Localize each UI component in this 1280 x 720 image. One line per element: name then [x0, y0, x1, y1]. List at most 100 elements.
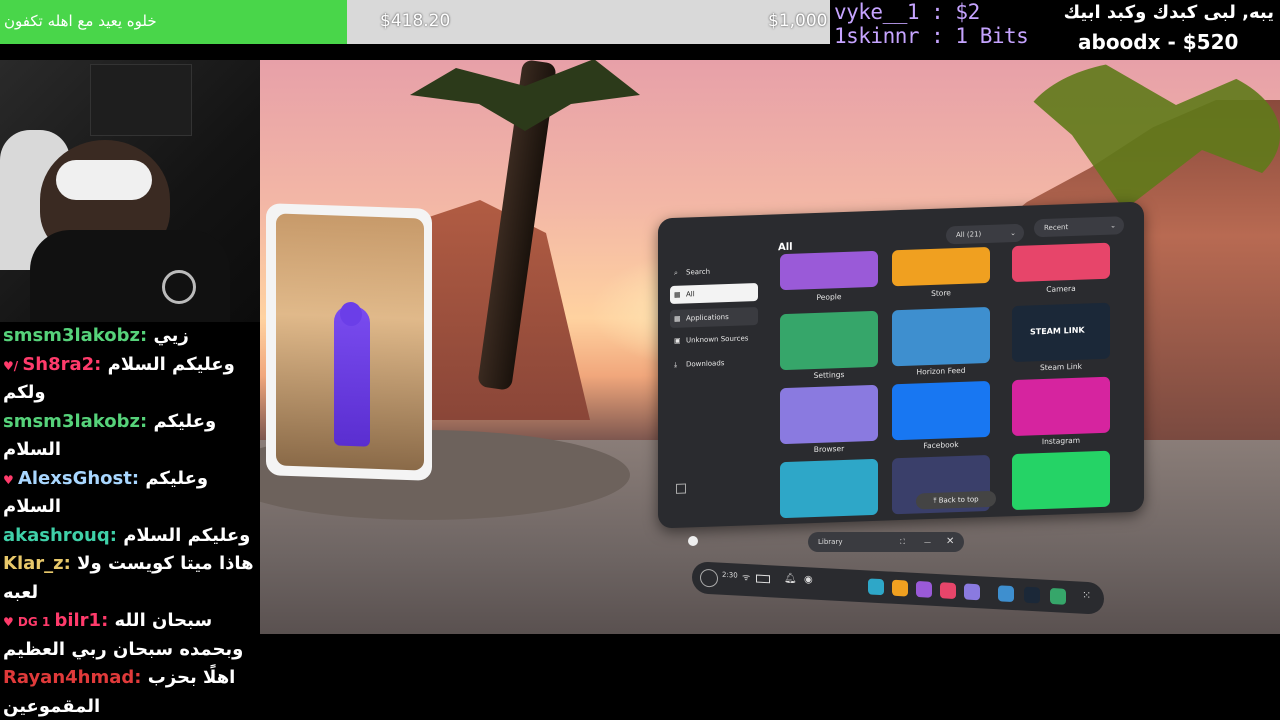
taskbar-people-icon[interactable] [916, 580, 932, 598]
donation-goal-title: خلوه يعيد مع اهله تكفون [4, 12, 157, 30]
app-tile[interactable] [780, 310, 878, 371]
sidebar-unknown-sources[interactable]: ▣ Unknown Sources [670, 329, 758, 350]
chat-panel: smsm3lakobz: زيي ♥/ Sh8ra2: وعليكم السلام… [0, 322, 260, 720]
app-tile[interactable] [1012, 450, 1110, 511]
window-title-bar[interactable]: Library ⛶ — ✕ [808, 532, 964, 552]
app-tile[interactable]: STEAM LINK [1012, 302, 1110, 363]
app-tile[interactable] [780, 250, 878, 291]
chat-text: وعليكم [153, 410, 217, 432]
chat-text: اهلًا بحزب [147, 667, 236, 688]
chat-username[interactable]: Rayan4hmad: [3, 667, 148, 688]
chat-message: Klar_z: هاذا ميتا كويست ولا [3, 550, 254, 578]
wall-monitor [90, 64, 192, 136]
chat-text: المقموعين [3, 695, 101, 717]
chat-username[interactable]: smsm3lakobz: [3, 325, 153, 346]
chat-username[interactable]: smsm3lakobz: [3, 411, 153, 432]
app-tile-label: Steam Link [1040, 361, 1082, 373]
controller-icon[interactable]: ◉ [804, 574, 813, 585]
back-to-top-button[interactable]: ⤒ Back to top [916, 490, 996, 510]
chat-message: ♥ DG 1 bilr1: سبحان الله [3, 607, 212, 636]
chat-text: السلام [3, 439, 62, 460]
app-tile-label: Camera [1046, 283, 1076, 294]
chat-username[interactable]: Klar_z: [3, 553, 77, 574]
sidebar-downloads[interactable]: ⤓ Downloads [670, 353, 758, 374]
sidebar-search[interactable]: ⌕ Search [670, 261, 758, 282]
taskbar-store-icon[interactable] [892, 579, 908, 597]
chat-text: وعليكم السلام [123, 524, 251, 546]
chat-message: لعبه [3, 579, 38, 607]
app-tile-label: Browser [813, 443, 845, 455]
chat-message: smsm3lakobz: وعليكم [3, 408, 216, 436]
sidebar-all[interactable]: ▦ All [670, 282, 758, 305]
alert-line-2: 1skinnr : 1 Bits [834, 24, 1029, 48]
chat-text: وعليكم السلام [107, 353, 235, 375]
avatar-head [340, 301, 362, 327]
chat-text: زيي [153, 325, 189, 346]
app-tile-label: Horizon Feed [916, 365, 966, 377]
alerts-panel: vyke__1 : $2 1skinnr : 1 Bits يبه, لبى ك… [830, 0, 1280, 60]
chat-message: السلام [3, 493, 61, 521]
resize-icon[interactable]: ⛶ [900, 532, 905, 552]
vr-headset [56, 160, 152, 200]
app-library-window: ⌕ Search ▦ All ▦ Applications ▣ Unknown Sour… [658, 201, 1144, 529]
chat-message: smsm3lakobz: زيي [3, 322, 189, 350]
download-icon: ⤓ [674, 360, 678, 369]
chat-badge: ♥ [3, 472, 18, 487]
app-tile[interactable] [780, 384, 878, 445]
taskbar-app-icon-1[interactable] [868, 578, 884, 596]
app-tile[interactable] [892, 306, 990, 367]
app-tile-label: Instagram [1041, 435, 1081, 447]
chat-text: وعليكم [145, 467, 209, 489]
taskbar-camera-icon[interactable] [940, 582, 956, 600]
taskbar-browser-icon[interactable] [964, 583, 980, 601]
app-tile[interactable] [892, 380, 990, 441]
search-icon: ⌕ [674, 268, 678, 277]
grid-icon: ▦ [674, 290, 681, 299]
sidebar-applications[interactable]: ▦ Applications [670, 306, 758, 329]
chat-username[interactable]: AlexsGhost: [18, 468, 145, 489]
apps-icon: ▦ [674, 314, 681, 323]
app-tile[interactable] [780, 458, 878, 519]
folder-icon: ▣ [674, 336, 681, 345]
chat-message: ولكم [3, 379, 46, 407]
taskbar-steam-icon[interactable] [1024, 586, 1040, 604]
collapse-sidebar-icon[interactable] [676, 483, 686, 494]
chat-text: ولكم [3, 382, 46, 403]
steam-link-logo: STEAM LINK [1030, 325, 1085, 337]
app-tile[interactable] [1012, 376, 1110, 437]
app-tile[interactable] [1012, 242, 1110, 283]
app-tile[interactable] [892, 246, 990, 287]
taskbar-settings-icon[interactable] [1050, 587, 1066, 605]
chat-username[interactable]: bilr1: [54, 610, 114, 631]
minimize-icon[interactable]: — [924, 532, 931, 552]
close-icon[interactable]: ✕ [946, 532, 954, 552]
streamer-body [30, 230, 230, 322]
chat-badge: ♥ DG 1 [3, 615, 55, 629]
chevron-down-icon: ⌄ [1010, 228, 1016, 238]
chat-message: السلام [3, 436, 61, 464]
avatar-mirror[interactable] [276, 213, 424, 471]
chat-username[interactable]: akashrouq: [3, 525, 123, 546]
taskbar-feed-icon[interactable] [998, 585, 1014, 603]
alert-line-3: يبه, لبى كبدك وكبد ابيك [1063, 2, 1274, 23]
controller-pointer [688, 536, 698, 546]
chat-message: ♥ AlexsGhost: وعليكم [3, 465, 208, 494]
chat-text: السلام [3, 496, 62, 517]
chat-message: akashrouq: وعليكم السلام [3, 522, 250, 550]
avatar-figure [334, 305, 370, 447]
chat-username[interactable]: Sh8ra2: [22, 354, 107, 375]
sort-dropdown[interactable]: Recent ⌄ [1034, 216, 1124, 238]
avatar-icon[interactable] [700, 568, 718, 588]
clock: 2:30 [722, 570, 738, 580]
app-tile-label: People [816, 292, 842, 302]
alert-line-4: aboodx - $520 [1078, 30, 1239, 54]
wifi-icon: ᯤ [742, 572, 751, 584]
chat-text: سبحان الله [114, 610, 213, 631]
bell-icon[interactable]: 🔔︎ [784, 573, 797, 585]
filter-dropdown[interactable]: All (21) ⌄ [946, 223, 1024, 245]
donation-goal-target: $1,000 [768, 11, 828, 31]
donation-goal-current: $418.20 [380, 11, 451, 31]
app-grid-icon[interactable]: ⁙ [1082, 589, 1091, 602]
window-title: Library [818, 538, 843, 546]
vr-controller [162, 270, 196, 304]
